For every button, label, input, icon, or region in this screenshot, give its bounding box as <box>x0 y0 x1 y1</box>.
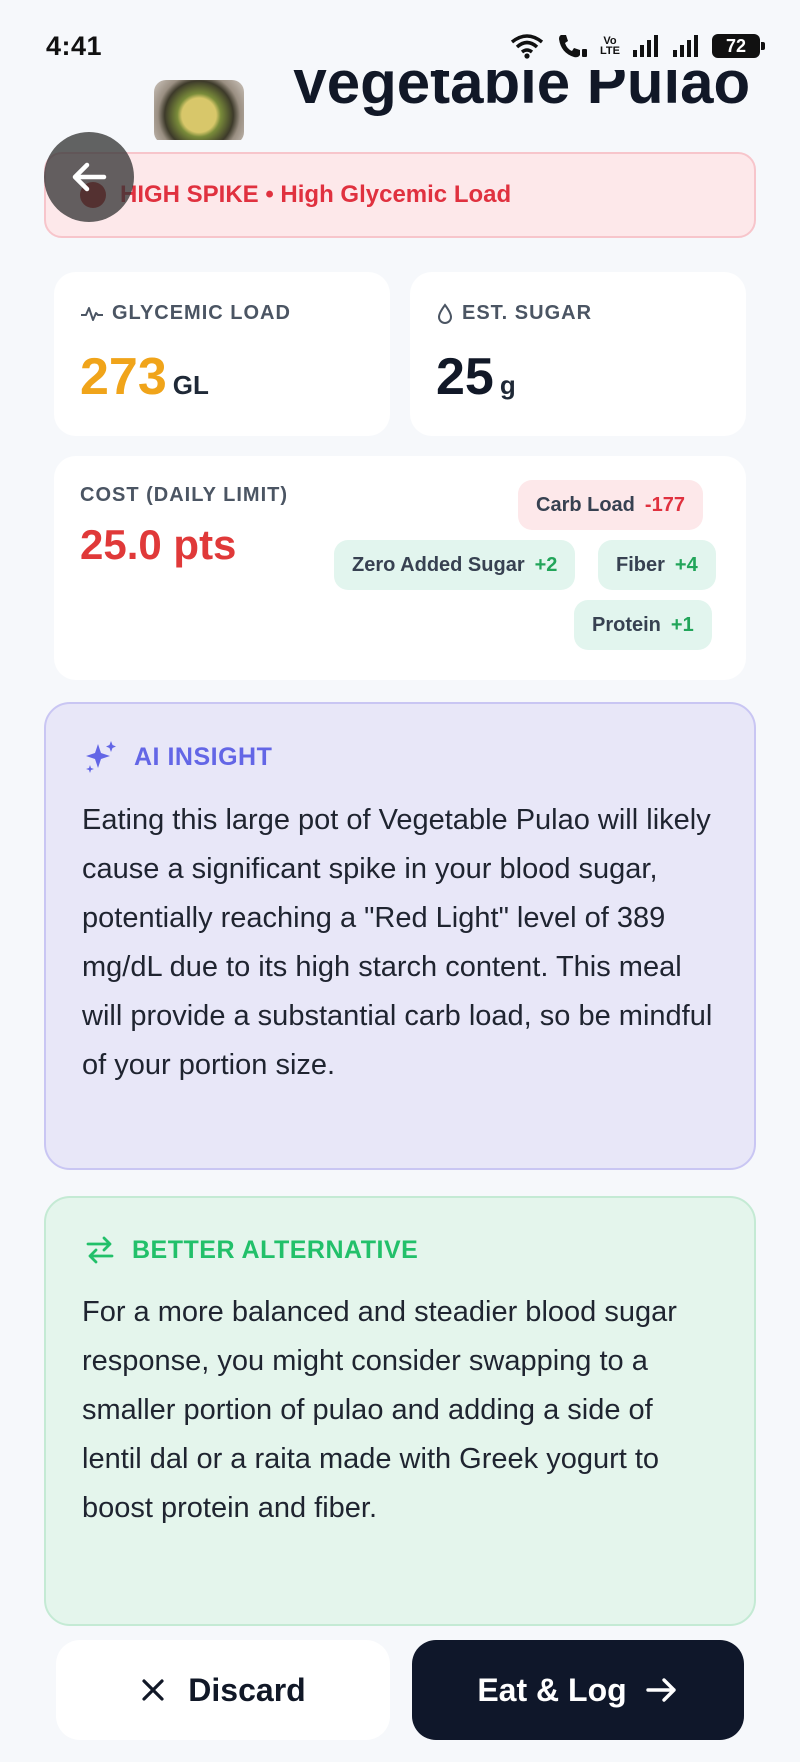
discard-button[interactable]: Discard <box>56 1640 390 1740</box>
chip-zero-added-sugar: Zero Added Sugar +2 <box>334 540 576 590</box>
wifi-icon <box>510 34 544 59</box>
dish-thumbnail <box>154 80 244 140</box>
system-icons: Vo LTE 72 <box>510 32 765 60</box>
discard-label: Discard <box>188 1671 306 1708</box>
eat-and-log-label: Eat & Log <box>477 1671 627 1708</box>
cost-card: COST (DAILY LIMIT) 25.0 pts Carb Load -1… <box>54 456 746 680</box>
arrow-left-icon <box>72 162 107 192</box>
better-alternative-panel: BETTER ALTERNATIVE For a more balanced a… <box>44 1196 756 1626</box>
dish-title: Vegetable Pulao <box>290 70 751 116</box>
droplet-icon <box>437 302 453 324</box>
close-icon <box>142 1679 164 1701</box>
sparkles-icon <box>86 741 116 773</box>
glycemic-load-unit: GL <box>172 370 209 400</box>
better-alternative-body: For a more balanced and steadier blood s… <box>82 1296 677 1524</box>
est-sugar-unit: g <box>499 370 516 400</box>
chip-label: Protein <box>592 613 661 636</box>
battery-level: 72 <box>725 35 747 56</box>
glycemic-load-label-row: GLYCEMIC LOAD <box>80 302 364 325</box>
arrow-right-icon <box>645 1678 676 1702</box>
chip-protein: Protein +1 <box>574 600 712 650</box>
volte-bottom-label: LTE <box>600 45 620 57</box>
better-alternative-header: BETTER ALTERNATIVE <box>82 1232 718 1268</box>
est-sugar-value: 25 <box>436 348 494 406</box>
chip-fiber: Fiber +4 <box>598 540 716 590</box>
volte-indicator: Vo LTE <box>600 36 620 57</box>
chip-label: Carb Load <box>536 493 635 516</box>
dish-header: Vegetable Pulao <box>0 70 800 140</box>
est-sugar-label-row: EST. SUGAR <box>436 302 720 325</box>
est-sugar-card: EST. SUGAR 25 g <box>410 272 746 436</box>
pulse-icon <box>81 306 103 321</box>
chip-delta: +4 <box>674 553 698 576</box>
battery-icon: 72 <box>712 34 765 58</box>
signal-icon-sim2 <box>673 35 698 57</box>
chip-label: Fiber <box>616 553 665 576</box>
glycemic-load-card: GLYCEMIC LOAD 273 GL <box>54 272 390 436</box>
chip-delta: -177 <box>644 493 685 516</box>
ai-insight-header: AI INSIGHT <box>82 738 718 776</box>
wifi-calling-icon <box>559 35 588 58</box>
est-sugar-label: EST. SUGAR <box>462 302 593 324</box>
chip-delta: +2 <box>534 553 558 576</box>
ai-insight-panel: AI INSIGHT Eating this large pot of Vege… <box>44 702 756 1170</box>
swap-arrows-icon <box>86 1236 114 1264</box>
better-alternative-title: BETTER ALTERNATIVE <box>132 1235 419 1264</box>
glycemic-load-value-row: 273 GL <box>80 347 364 407</box>
signal-icon-sim1 <box>633 35 658 57</box>
chip-label: Zero Added Sugar <box>352 553 525 576</box>
spike-alert-banner: HIGH SPIKE • High Glycemic Load <box>44 152 756 238</box>
eat-and-log-button[interactable]: Eat & Log <box>412 1640 744 1740</box>
status-time: 4:41 <box>46 30 103 61</box>
glycemic-load-value: 273 <box>80 348 167 406</box>
back-button[interactable] <box>44 132 134 222</box>
alert-text: HIGH SPIKE • High Glycemic Load <box>120 181 512 208</box>
est-sugar-value-row: 25 g <box>436 347 720 407</box>
chip-delta: +1 <box>670 613 694 636</box>
ai-insight-body: Eating this large pot of Vegetable Pulao… <box>82 804 713 1081</box>
glycemic-load-label: GLYCEMIC LOAD <box>112 302 291 324</box>
ai-insight-title: AI INSIGHT <box>134 742 273 771</box>
chip-carb-load: Carb Load -177 <box>518 480 703 530</box>
